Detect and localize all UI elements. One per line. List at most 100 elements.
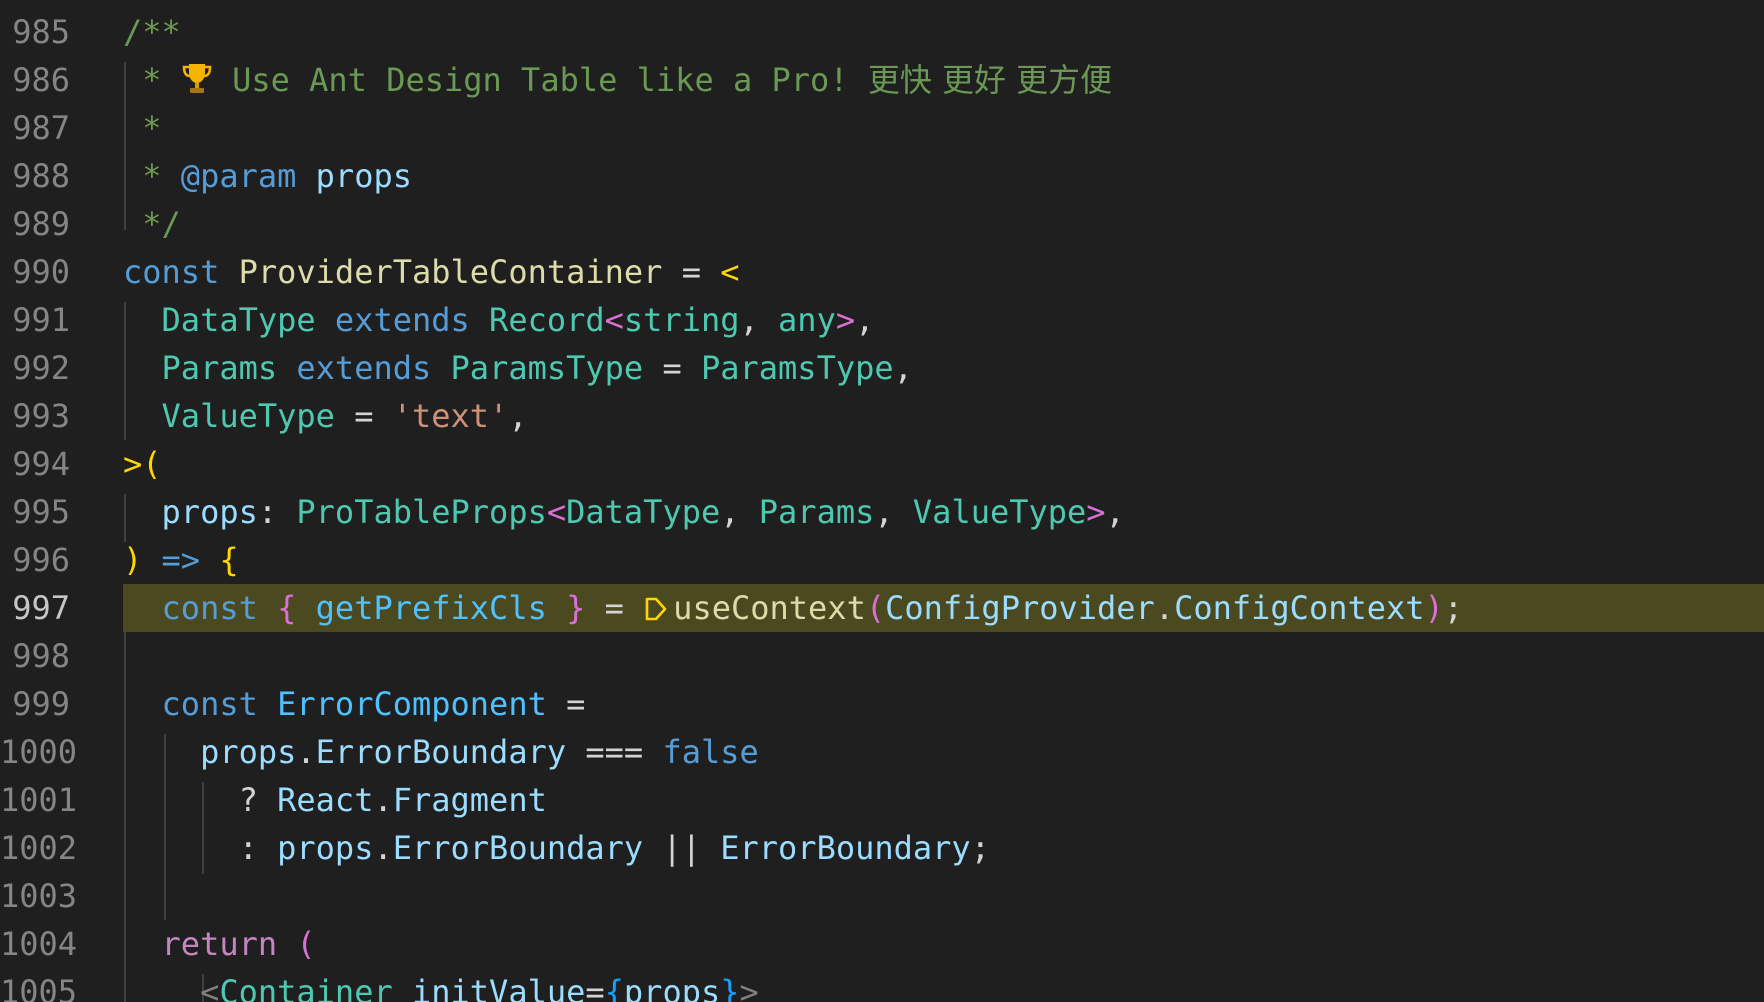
arrow-operator: => bbox=[161, 541, 201, 579]
variable: React bbox=[277, 781, 374, 819]
type-name: ProTableProps bbox=[296, 493, 547, 531]
variable: ConfigProvider bbox=[885, 589, 1155, 627]
type-name: string bbox=[623, 301, 740, 339]
line-number: 996 bbox=[12, 541, 70, 579]
code-line[interactable]: 991 DataType extends Record<string, any>… bbox=[0, 296, 1764, 344]
punctuation: ; bbox=[970, 829, 990, 867]
code-line[interactable]: 988 * @param props bbox=[0, 152, 1764, 200]
keyword: extends bbox=[334, 301, 470, 339]
keyword: const bbox=[161, 685, 258, 723]
line-code[interactable]: const { getPrefixCls } = useContext(Conf… bbox=[123, 584, 1464, 632]
code-line[interactable]: 999 const ErrorComponent = bbox=[0, 680, 1764, 728]
keyword: const bbox=[161, 589, 258, 627]
bracket: { bbox=[604, 973, 624, 1002]
code-editor[interactable]: 985 /** 986 * Use Ant Design Table like … bbox=[0, 0, 1764, 1002]
line-code[interactable]: DataType extends Record<string, any>, bbox=[123, 296, 875, 344]
line-code[interactable]: ? React.Fragment bbox=[123, 776, 547, 824]
line-number: 985 bbox=[12, 13, 70, 51]
line-code[interactable]: props.ErrorBoundary === false bbox=[123, 728, 759, 776]
code-line[interactable]: 987 * bbox=[0, 104, 1764, 152]
line-code[interactable]: >( bbox=[123, 440, 162, 488]
control-keyword: return bbox=[161, 925, 278, 963]
line-code[interactable]: /** bbox=[123, 8, 181, 56]
code-line[interactable]: 1004 return ( bbox=[0, 920, 1764, 968]
code-line[interactable]: 993 ValueType = 'text', bbox=[0, 392, 1764, 440]
bracket: < bbox=[546, 493, 567, 531]
jsdoc-tag: @param bbox=[180, 157, 297, 195]
line-code[interactable]: * bbox=[123, 104, 161, 152]
line-number: 998 bbox=[12, 637, 70, 675]
code-line[interactable]: 992 Params extends ParamsType = ParamsTy… bbox=[0, 344, 1764, 392]
line-number: 1001 bbox=[0, 781, 78, 819]
line-code[interactable]: */ bbox=[123, 200, 181, 248]
code-line-current[interactable]: 997 const { getPrefixCls } = useContext(… bbox=[0, 584, 1764, 632]
constant: getPrefixCls bbox=[315, 589, 547, 627]
line-code[interactable]: const ProviderTableContainer = < bbox=[123, 248, 740, 296]
line-code[interactable]: const ErrorComponent = bbox=[123, 680, 586, 728]
code-line[interactable]: 1005 <Container initValue={props}> bbox=[0, 968, 1764, 1002]
bracket: ( bbox=[865, 589, 886, 627]
string-literal: 'text' bbox=[392, 397, 509, 435]
bracket: ) bbox=[1424, 589, 1444, 627]
line-code[interactable]: props: ProTableProps<DataType, Params, V… bbox=[123, 488, 1125, 536]
line-code[interactable]: ValueType = 'text', bbox=[123, 392, 528, 440]
line-number: 994 bbox=[12, 445, 70, 483]
code-line[interactable]: 1001 ? React.Fragment bbox=[0, 776, 1764, 824]
comment-text: /** bbox=[123, 13, 181, 51]
context-codelens-icon[interactable] bbox=[643, 594, 669, 624]
operator: = bbox=[643, 349, 701, 387]
line-code[interactable]: * @param props bbox=[123, 152, 412, 200]
variable: props bbox=[200, 733, 297, 771]
code-line[interactable]: 1003 bbox=[0, 872, 1764, 920]
code-line[interactable]: 986 * Use Ant Design Table like a Pro! 更… bbox=[0, 56, 1764, 104]
line-number: 1003 bbox=[0, 877, 78, 915]
line-code[interactable]: ) => { bbox=[123, 536, 239, 584]
code-line[interactable]: 989 */ bbox=[0, 200, 1764, 248]
line-code[interactable]: Params extends ParamsType = ParamsType, bbox=[123, 344, 913, 392]
bracket: ) bbox=[123, 541, 143, 579]
identifier: ProviderTableContainer bbox=[238, 253, 663, 291]
punctuation: , bbox=[739, 301, 779, 339]
operator: ? bbox=[238, 781, 278, 819]
keyword: const bbox=[123, 253, 220, 291]
code-line[interactable]: 994 >( bbox=[0, 440, 1764, 488]
comment-text: * bbox=[123, 157, 181, 195]
type-name: ParamsType bbox=[700, 349, 894, 387]
line-code[interactable]: : props.ErrorBoundary || ErrorBoundary; bbox=[123, 824, 990, 872]
punctuation: ; bbox=[1443, 589, 1464, 627]
boolean-literal: false bbox=[662, 733, 759, 771]
line-code[interactable]: * Use Ant Design Table like a Pro! 更快 更好… bbox=[123, 56, 1112, 104]
operator: = bbox=[585, 589, 644, 627]
code-line[interactable]: 995 props: ProTableProps<DataType, Param… bbox=[0, 488, 1764, 536]
line-number: 992 bbox=[12, 349, 70, 387]
code-line[interactable]: 990 const ProviderTableContainer = < bbox=[0, 248, 1764, 296]
operator: = bbox=[585, 973, 605, 1002]
type-name: ValueType bbox=[912, 493, 1087, 531]
property: ErrorBoundary bbox=[315, 733, 567, 771]
line-code[interactable]: return ( bbox=[123, 920, 316, 968]
code-line[interactable]: 996 ) => { bbox=[0, 536, 1764, 584]
code-line[interactable]: 998 bbox=[0, 632, 1764, 680]
line-code[interactable]: <Container initValue={props}> bbox=[123, 968, 759, 1002]
operator: = bbox=[334, 397, 393, 435]
code-line[interactable]: 1002 : props.ErrorBoundary || ErrorBound… bbox=[0, 824, 1764, 872]
code-line[interactable]: 985 /** bbox=[0, 8, 1764, 56]
punctuation: , bbox=[893, 349, 913, 387]
code-line[interactable]: 1000 props.ErrorBoundary === false bbox=[0, 728, 1764, 776]
jsx-bracket: > bbox=[739, 973, 759, 1002]
bracket: { bbox=[219, 541, 239, 579]
type-name: Params bbox=[758, 493, 875, 531]
line-number: 991 bbox=[12, 301, 70, 339]
punctuation: . bbox=[1154, 589, 1175, 627]
punctuation: , bbox=[508, 397, 528, 435]
